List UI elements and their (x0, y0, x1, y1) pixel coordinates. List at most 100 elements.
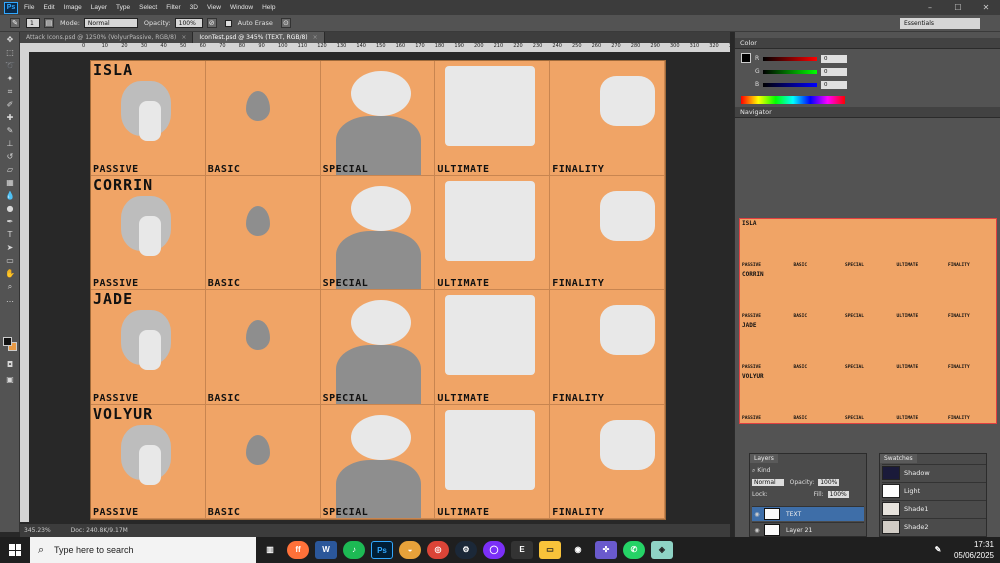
marquee-tool-icon[interactable]: ⬚ (4, 48, 16, 58)
foreground-color-swatch[interactable] (3, 337, 12, 346)
auto-erase-checkbox[interactable] (224, 19, 232, 27)
green-slider[interactable] (763, 69, 817, 74)
icon-cell-volyur-finality[interactable]: FINALITY (550, 404, 665, 519)
menu-3d[interactable]: 3D (190, 4, 198, 11)
swatch-shadow[interactable]: Shadow (882, 464, 986, 480)
eye-icon[interactable]: ◉ (752, 511, 762, 518)
app-purple-icon[interactable]: ◯ (483, 541, 505, 559)
quick-mask-icon[interactable]: ◘ (4, 360, 16, 370)
layer-row-layer21[interactable]: ◉ Layer 21 (752, 522, 864, 537)
firefox-icon[interactable]: ff (287, 541, 309, 559)
pencil-tool-icon[interactable]: ✎ (10, 18, 20, 28)
icon-cell-volyur-ultimate[interactable]: ULTIMATE (435, 404, 551, 519)
color-fg-chip[interactable] (741, 53, 751, 63)
pen-tool-icon[interactable]: ✒ (4, 217, 16, 227)
icon-cell-corrin-passive[interactable]: CORRIN PASSIVE (91, 175, 206, 290)
color-panel-header[interactable]: Color (735, 38, 1000, 49)
file-explorer-icon[interactable]: ▭ (539, 541, 561, 559)
brush-size-field[interactable]: 1 (26, 18, 40, 28)
screen-mode-icon[interactable]: ▣ (4, 375, 16, 385)
stamp-tool-icon[interactable]: ⊥ (4, 139, 16, 149)
color-spectrum[interactable] (741, 96, 845, 104)
icon-cell-isla-basic[interactable]: BASIC (205, 61, 321, 176)
hand-tool-icon[interactable]: ✋ (4, 269, 16, 279)
icon-cell-jade-passive[interactable]: JADE PASSIVE (91, 290, 206, 405)
swatch-shade1[interactable]: Shade1 (882, 500, 986, 516)
photoshop-taskbar-icon[interactable]: Ps (371, 541, 393, 559)
menu-view[interactable]: View (207, 4, 221, 11)
tab-attack-icons[interactable]: Attack Icons.psd @ 1250% (VolyurPassive,… (20, 32, 194, 43)
layers-tab[interactable]: Layers (750, 454, 778, 463)
quick-select-tool-icon[interactable]: ✦ (4, 74, 16, 84)
menu-image[interactable]: Image (64, 4, 82, 11)
icon-cell-corrin-ultimate[interactable]: ULTIMATE (435, 175, 551, 290)
mode-select[interactable]: Normal (83, 18, 138, 28)
taskbar-search[interactable]: ⌕ Type here to search (30, 537, 256, 563)
pen-tray-icon[interactable]: ✎ (927, 541, 949, 559)
green-slider-row[interactable]: G 0 (755, 67, 847, 76)
blend-mode-select[interactable]: Normal (752, 479, 784, 486)
pressure-opacity-icon[interactable]: ⊘ (206, 18, 217, 28)
brush-panel-icon[interactable]: ▤ (44, 18, 54, 28)
icon-cell-isla-finality[interactable]: FINALITY (550, 61, 665, 176)
lasso-tool-icon[interactable]: ➰ (4, 61, 16, 71)
blue-slider-row[interactable]: B 0 (755, 80, 847, 89)
icon-cell-volyur-basic[interactable]: BASIC (205, 404, 321, 519)
chrome-icon[interactable]: ◎ (427, 541, 449, 559)
whatsapp-icon[interactable]: ✆ (623, 541, 645, 559)
app-orange-icon[interactable]: ◒ (399, 541, 421, 559)
red-value[interactable]: 0 (821, 54, 847, 63)
gradient-tool-icon[interactable]: ▦ (4, 178, 16, 188)
swatch-light[interactable]: Light (882, 482, 986, 498)
minimize-button[interactable]: – (916, 0, 944, 15)
eraser-tool-icon[interactable]: ▱ (4, 165, 16, 175)
red-slider-row[interactable]: R 0 (755, 54, 847, 63)
epic-games-icon[interactable]: E (511, 541, 533, 559)
opacity-field[interactable]: 100% (174, 18, 203, 28)
zoom-tool-icon[interactable]: ⌕ (4, 282, 16, 292)
task-view-icon[interactable]: ▥ (259, 541, 281, 559)
close-window-button[interactable]: ✕ (972, 0, 1000, 15)
fill-field[interactable]: 100% (827, 491, 849, 498)
workspace-select[interactable]: Essentials (900, 18, 980, 29)
icon-cell-isla-ultimate[interactable]: ULTIMATE (435, 61, 551, 176)
close-tab-icon[interactable]: × (313, 34, 318, 41)
icon-cell-volyur-passive[interactable]: VOLYUR PASSIVE (91, 404, 206, 519)
menu-window[interactable]: Window (230, 4, 253, 11)
healing-tool-icon[interactable]: ✚ (4, 113, 16, 123)
icon-cell-isla-passive[interactable]: ISLA PASSIVE (91, 61, 206, 176)
navigator-preview[interactable]: ISLA PASSIVE BASIC SPECIAL ULTIMATE FINALITY C… (739, 218, 997, 424)
icon-cell-corrin-special[interactable]: SPECIAL (320, 175, 436, 290)
move-tool-icon[interactable]: ✥ (4, 35, 16, 45)
icon-cell-corrin-finality[interactable]: FINALITY (550, 175, 665, 290)
more-tools-icon[interactable]: … (4, 295, 16, 305)
menu-file[interactable]: File (24, 4, 34, 11)
crop-tool-icon[interactable]: ⌗ (4, 87, 16, 97)
red-slider[interactable] (763, 56, 817, 61)
swatch-shade2[interactable]: Shade2 (882, 518, 986, 534)
icon-cell-jade-special[interactable]: SPECIAL (320, 290, 436, 405)
icon-cell-isla-special[interactable]: SPECIAL (320, 61, 436, 176)
blue-slider[interactable] (763, 82, 817, 87)
start-button[interactable] (0, 537, 30, 563)
zoom-level[interactable]: 345.23% (24, 527, 51, 534)
menu-select[interactable]: Select (139, 4, 157, 11)
menu-edit[interactable]: Edit (43, 4, 54, 11)
document-canvas[interactable]: ISLA PASSIVE BASIC SPECIAL ULTIMATE FINALITY C… (90, 60, 666, 520)
close-tab-icon[interactable]: × (181, 34, 186, 41)
menu-filter[interactable]: Filter (166, 4, 180, 11)
menu-layer[interactable]: Layer (91, 4, 107, 11)
icon-cell-jade-finality[interactable]: FINALITY (550, 290, 665, 405)
blur-tool-icon[interactable]: 💧 (4, 191, 16, 201)
icon-cell-corrin-basic[interactable]: BASIC (205, 175, 321, 290)
path-select-tool-icon[interactable]: ➤ (4, 243, 16, 253)
swatches-tab[interactable]: Swatches (880, 454, 917, 463)
blue-value[interactable]: 0 (821, 80, 847, 89)
kind-filter[interactable]: ⌕ Kind (752, 466, 864, 475)
tab-icontest[interactable]: IconTest.psd @ 345% (TEXT, RGB/8) × (193, 32, 325, 43)
layer-opacity-field[interactable]: 100% (818, 479, 840, 486)
maximize-button[interactable]: ☐ (944, 0, 972, 15)
menu-type[interactable]: Type (116, 4, 130, 11)
steam-icon[interactable]: ⚙ (455, 541, 477, 559)
type-tool-icon[interactable]: T (4, 230, 16, 240)
